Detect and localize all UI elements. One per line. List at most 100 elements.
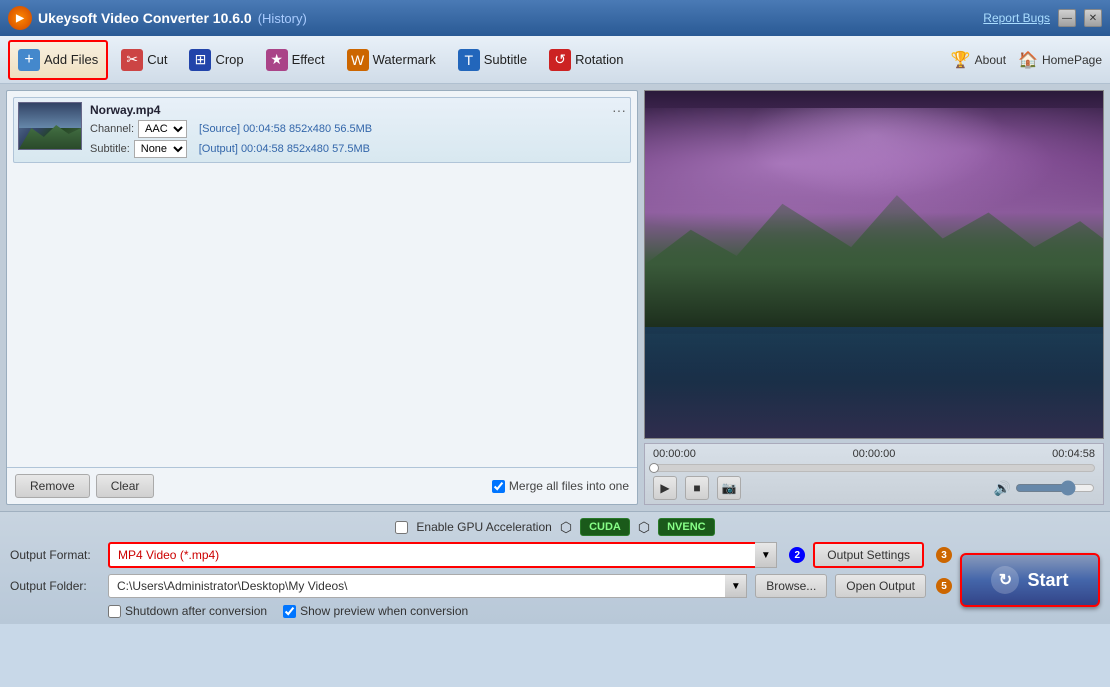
- settings-num-badge: 3: [936, 547, 952, 563]
- snapshot-button[interactable]: 📷: [717, 476, 741, 500]
- time-start: 00:00:00: [653, 448, 696, 460]
- file-subtitle-row: Subtitle: None [Output] 00:04:58 852x480…: [90, 140, 626, 158]
- crop-button[interactable]: ⊞ Crop: [180, 40, 252, 80]
- shutdown-checkbox-label[interactable]: Shutdown after conversion: [108, 604, 267, 618]
- options-row: Shutdown after conversion Show preview w…: [10, 604, 952, 618]
- title-bar-left: ▶ Ukeysoft Video Converter 10.6.0 (Histo…: [8, 6, 307, 30]
- format-folder-wrapper: Output Format: MP4 Video (*.mp4) ▼ 2 Out…: [10, 542, 952, 618]
- subtitle-label: Subtitle: [484, 52, 527, 67]
- home-icon: 🏠: [1018, 50, 1038, 70]
- folder-dropdown-button[interactable]: ▼: [725, 574, 747, 598]
- preview-checkbox[interactable]: [283, 605, 296, 618]
- video-preview: [644, 90, 1104, 439]
- effect-icon: ★: [266, 49, 288, 71]
- file-menu-button[interactable]: ···: [612, 102, 626, 118]
- clear-button[interactable]: Clear: [96, 474, 155, 498]
- file-thumbnail: [18, 102, 82, 150]
- open-output-button[interactable]: Open Output: [835, 574, 926, 598]
- rotation-icon: ↺: [549, 49, 571, 71]
- gpu-row: Enable GPU Acceleration ⬡ CUDA ⬡ NVENC: [10, 518, 1100, 536]
- remove-button[interactable]: Remove: [15, 474, 90, 498]
- minimize-button[interactable]: —: [1058, 9, 1076, 27]
- file-name: Norway.mp4: [90, 103, 160, 117]
- homepage-button[interactable]: 🏠 HomePage: [1018, 50, 1102, 70]
- format-select-container: MP4 Video (*.mp4) ▼: [108, 542, 777, 568]
- close-button[interactable]: ✕: [1084, 9, 1102, 27]
- merge-label[interactable]: Merge all files into one: [509, 479, 629, 493]
- file-item: Norway.mp4 ··· Channel: AAC [Source] 00:…: [13, 97, 631, 163]
- shutdown-checkbox[interactable]: [108, 605, 121, 618]
- format-select[interactable]: MP4 Video (*.mp4): [108, 542, 777, 568]
- app-logo: ▶: [8, 6, 32, 30]
- progress-thumb[interactable]: [649, 463, 659, 473]
- preview-label: Show preview when conversion: [300, 604, 468, 618]
- format-dropdown-button[interactable]: ▼: [755, 542, 777, 568]
- main-content: Norway.mp4 ··· Channel: AAC [Source] 00:…: [0, 84, 1110, 511]
- app-history: (History): [258, 11, 307, 26]
- rotation-button[interactable]: ↺ Rotation: [540, 40, 632, 80]
- cut-label: Cut: [147, 52, 167, 67]
- watermark-label: Watermark: [373, 52, 436, 67]
- preview-reflection: [645, 327, 1103, 438]
- watermark-button[interactable]: W Watermark: [338, 40, 445, 80]
- format-row: Output Format: MP4 Video (*.mp4) ▼ 2 Out…: [10, 542, 952, 568]
- file-list-panel: Norway.mp4 ··· Channel: AAC [Source] 00:…: [6, 90, 638, 505]
- folder-row: Output Folder: C:\Users\Administrator\De…: [10, 574, 952, 598]
- camera-icon: 📷: [722, 481, 737, 495]
- crop-icon: ⊞: [189, 49, 211, 71]
- channel-select[interactable]: AAC: [138, 120, 187, 138]
- progress-bar[interactable]: [653, 464, 1095, 472]
- gpu-label[interactable]: Enable GPU Acceleration: [416, 520, 551, 534]
- app-title: Ukeysoft Video Converter 10.6.0: [38, 10, 252, 26]
- toolbar-right: 🏆 About 🏠 HomePage: [951, 50, 1102, 70]
- time-end: 00:04:58: [1052, 448, 1095, 460]
- format-folder-start: Output Format: MP4 Video (*.mp4) ▼ 2 Out…: [10, 542, 1100, 618]
- folder-path-select[interactable]: C:\Users\Administrator\Desktop\My Videos…: [108, 574, 747, 598]
- nvenc-badge: NVENC: [658, 518, 715, 536]
- about-label: About: [975, 53, 1006, 67]
- stop-button[interactable]: ■: [685, 476, 709, 500]
- effect-label: Effect: [292, 52, 325, 67]
- toolbar: + Add Files ✂ Cut ⊞ Crop ★ Effect W Wate…: [0, 36, 1110, 84]
- add-files-button[interactable]: + Add Files: [8, 40, 108, 80]
- output-info: [Output] 00:04:58 852x480 57.5MB: [199, 143, 370, 155]
- report-bugs-button[interactable]: Report Bugs: [983, 11, 1050, 25]
- browse-button[interactable]: Browse...: [755, 574, 827, 598]
- file-list-controls: Remove Clear Merge all files into one: [7, 467, 637, 504]
- preview-panel: 00:00:00 00:00:00 00:04:58 ▶ ■: [644, 90, 1104, 505]
- video-controls: 00:00:00 00:00:00 00:04:58 ▶ ■: [644, 443, 1104, 505]
- start-label: Start: [1027, 570, 1068, 591]
- cut-button[interactable]: ✂ Cut: [112, 40, 176, 80]
- rotation-label: Rotation: [575, 52, 623, 67]
- subtitle-select[interactable]: None: [134, 140, 187, 158]
- volume-slider[interactable]: [1015, 480, 1095, 496]
- effect-button[interactable]: ★ Effect: [257, 40, 334, 80]
- cuda-badge: CUDA: [580, 518, 630, 536]
- merge-checkbox[interactable]: [492, 480, 505, 493]
- add-files-label: Add Files: [44, 52, 98, 67]
- preview-background: [645, 91, 1103, 438]
- shutdown-label: Shutdown after conversion: [125, 604, 267, 618]
- volume-area: 🔊: [994, 480, 1095, 497]
- homepage-label: HomePage: [1042, 53, 1102, 67]
- play-button[interactable]: ▶: [653, 476, 677, 500]
- cut-icon: ✂: [121, 49, 143, 71]
- start-button[interactable]: ↻ Start: [960, 553, 1100, 607]
- subtitle-icon: T: [458, 49, 480, 71]
- about-icon: 🏆: [951, 50, 971, 70]
- bottom-section: Enable GPU Acceleration ⬡ CUDA ⬡ NVENC O…: [0, 511, 1110, 624]
- gpu-checkbox[interactable]: [395, 521, 408, 534]
- about-button[interactable]: 🏆 About: [951, 50, 1006, 70]
- crop-label: Crop: [215, 52, 243, 67]
- gpu-icon-nvenc: ⬡: [638, 519, 650, 536]
- format-label: Output Format:: [10, 548, 100, 562]
- source-info: [Source] 00:04:58 852x480 56.5MB: [199, 123, 372, 135]
- add-icon: +: [18, 49, 40, 71]
- subtitle-button[interactable]: T Subtitle: [449, 40, 536, 80]
- gpu-icon-cuda: ⬡: [560, 519, 572, 536]
- preview-checkbox-label[interactable]: Show preview when conversion: [283, 604, 468, 618]
- file-list-area: Norway.mp4 ··· Channel: AAC [Source] 00:…: [7, 91, 637, 467]
- folder-path-container: C:\Users\Administrator\Desktop\My Videos…: [108, 574, 747, 598]
- channel-label: Channel:: [90, 123, 134, 135]
- output-settings-button[interactable]: Output Settings: [813, 542, 924, 568]
